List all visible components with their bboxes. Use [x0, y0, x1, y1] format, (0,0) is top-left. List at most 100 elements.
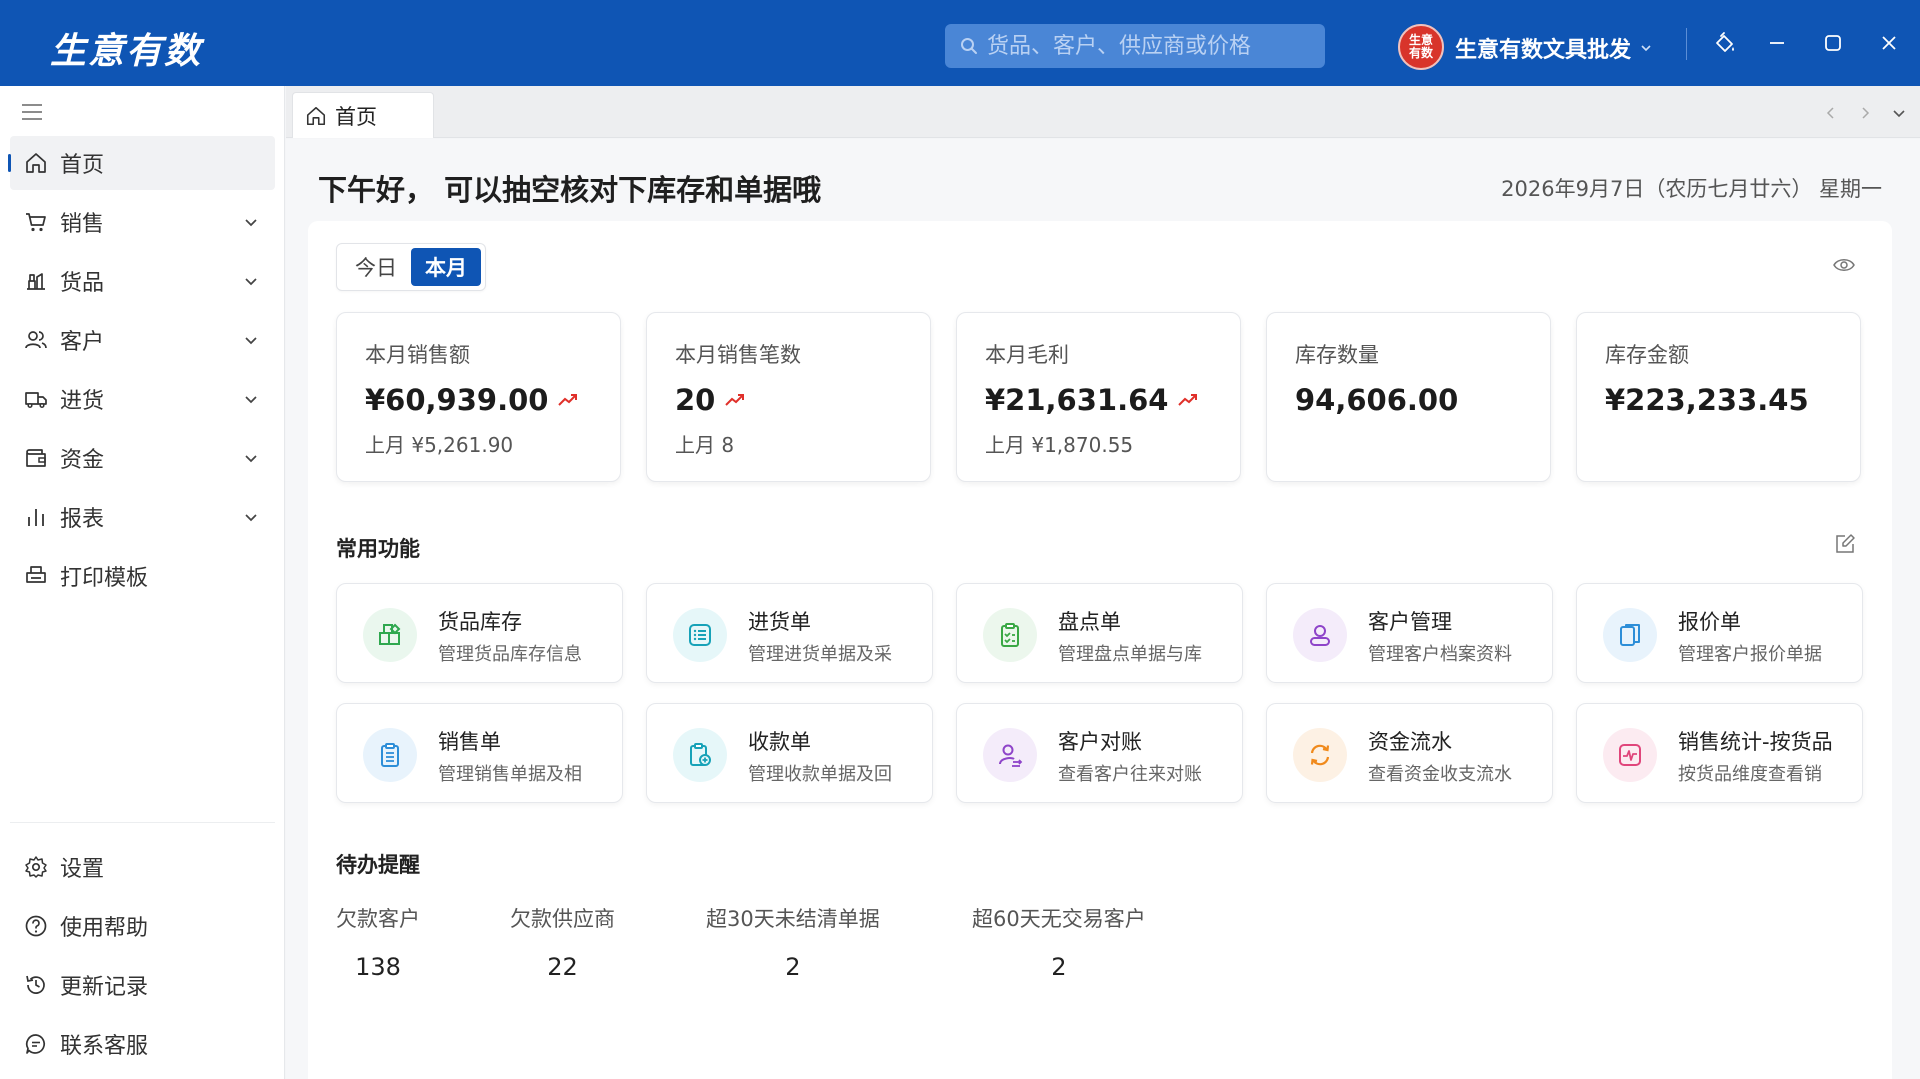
stat-value: ¥223,233.45 [1605, 383, 1809, 417]
trend-up-icon [725, 394, 745, 406]
cart-icon [22, 208, 50, 236]
gear-icon [22, 853, 50, 881]
maximize-icon [1825, 35, 1841, 51]
stat-value: 20 [675, 383, 716, 417]
chevron-left-icon[interactable] [1820, 102, 1842, 124]
main-content: 下午好， 可以抽空核对下库存和单据哦 2026年9月7日（农历七月廿六） 星期一… [286, 139, 1920, 1079]
cashflow-icon [1293, 728, 1347, 782]
stat-label: 本月毛利 [985, 343, 1069, 367]
chevron-down-icon [245, 396, 257, 404]
function-name: 销售统计-按货品 [1678, 730, 1833, 754]
function-name: 销售单 [438, 730, 501, 754]
home-icon [22, 149, 50, 177]
truck-icon [22, 385, 50, 413]
period-month-button[interactable]: 本月 [411, 248, 481, 286]
function-inventory[interactable]: 货品库存 管理货品库存信息 [336, 583, 623, 683]
minimize-button[interactable] [1762, 28, 1792, 58]
function-receipt[interactable]: 收款单 管理收款单据及回 [646, 703, 933, 803]
theme-button[interactable] [1710, 28, 1740, 58]
current-date: 2026年9月7日（农历七月廿六） 星期一 [1501, 177, 1882, 201]
stat-card-monthly-sales[interactable]: 本月销售额 ¥60,939.00 上月 ¥5,261.90 [336, 312, 621, 482]
todo-label: 超60天无交易客户 [972, 907, 1146, 931]
sidebar-item-purchase[interactable]: 进货 [10, 372, 275, 426]
function-quotation[interactable]: 报价单 管理客户报价单据 [1576, 583, 1863, 683]
sidebar-item-label: 首页 [60, 153, 105, 178]
history-icon [22, 971, 50, 999]
todo-item-debtor-customers[interactable]: 欠款客户 138 [336, 903, 420, 981]
sidebar-item-reports[interactable]: 报表 [10, 490, 275, 544]
function-sales-order[interactable]: 销售单 管理销售单据及相 [336, 703, 623, 803]
function-stocktake[interactable]: 盘点单 管理盘点单据与库 [956, 583, 1243, 683]
stat-value: 94,606.00 [1295, 383, 1459, 417]
chevron-down-icon [1641, 45, 1651, 52]
chevron-down-icon[interactable] [1888, 102, 1910, 124]
todo-item-debtor-suppliers[interactable]: 欠款供应商 22 [510, 903, 615, 981]
sidebar-item-label: 使用帮助 [60, 916, 149, 941]
customers-icon [22, 326, 50, 354]
function-customer-management[interactable]: 客户管理 管理客户档案资料 [1266, 583, 1553, 683]
tab-home[interactable]: 首页 [292, 92, 434, 138]
purchase-list-icon [673, 608, 727, 662]
todo-value: 22 [547, 953, 578, 981]
global-search[interactable] [945, 24, 1325, 68]
function-cashflow[interactable]: 资金流水 查看资金收支流水 [1266, 703, 1553, 803]
todo-item-unsettled-30-days[interactable]: 超30天未结清单据 2 [706, 903, 880, 981]
search-icon [961, 38, 977, 54]
bar-chart-icon [22, 503, 50, 531]
stat-card-stock-amount[interactable]: 库存金额 ¥223,233.45 [1576, 312, 1861, 482]
period-switcher: 今日 本月 [336, 243, 486, 291]
close-button[interactable] [1874, 28, 1904, 58]
function-customer-reconciliation[interactable]: 客户对账 查看客户往来对账 [956, 703, 1243, 803]
main-nav: 首页 销售 货品 客户 进货 资金 报表 打印模板 [0, 136, 285, 608]
chevron-down-icon [245, 514, 257, 522]
reconcile-icon [983, 728, 1037, 782]
stat-previous: 上月 ¥1,870.55 [985, 433, 1134, 457]
sidebar-item-help[interactable]: 使用帮助 [10, 899, 275, 953]
eye-icon[interactable] [1832, 255, 1856, 275]
stat-card-stock-quantity[interactable]: 库存数量 94,606.00 [1266, 312, 1551, 482]
function-desc: 按货品维度查看销 [1678, 764, 1822, 785]
store-switcher[interactable]: 生意有数文具批发 [1455, 32, 1653, 64]
sidebar-item-print-templates[interactable]: 打印模板 [10, 549, 275, 603]
stat-card-monthly-orders[interactable]: 本月销售笔数 20 上月 8 [646, 312, 931, 482]
sidebar-item-support[interactable]: 联系客服 [10, 1017, 275, 1071]
sidebar-item-label: 客户 [60, 330, 105, 355]
sidebar-item-sales[interactable]: 销售 [10, 195, 275, 249]
menu-toggle-icon[interactable] [20, 102, 44, 122]
section-title-todo: 待办提醒 [336, 853, 420, 877]
period-today-button[interactable]: 今日 [341, 248, 411, 286]
maximize-button[interactable] [1818, 28, 1848, 58]
sidebar-item-goods[interactable]: 货品 [10, 254, 275, 308]
todo-value: 2 [1051, 953, 1067, 981]
function-desc: 管理客户报价单据 [1678, 644, 1822, 665]
close-icon [1882, 36, 1896, 50]
function-name: 报价单 [1678, 610, 1741, 634]
search-input[interactable] [987, 33, 1307, 59]
todo-item-inactive-60-days[interactable]: 超60天无交易客户 2 [972, 903, 1146, 981]
sidebar-divider [10, 822, 275, 823]
todo-label: 超30天未结清单据 [706, 907, 880, 931]
function-sales-stats-by-goods[interactable]: 销售统计-按货品 按货品维度查看销 [1576, 703, 1863, 803]
stat-card-monthly-profit[interactable]: 本月毛利 ¥21,631.64 上月 ¥1,870.55 [956, 312, 1241, 482]
sidebar: 首页 销售 货品 客户 进货 资金 报表 打印模板 设置 使用帮助 更新记录 联… [0, 86, 285, 1079]
help-icon [22, 912, 50, 940]
edit-icon[interactable] [1834, 533, 1856, 555]
paint-bucket-icon [1716, 32, 1734, 52]
stat-previous: 上月 8 [675, 433, 735, 457]
chevron-right-icon[interactable] [1854, 102, 1876, 124]
sidebar-item-changelog[interactable]: 更新记录 [10, 958, 275, 1012]
stat-label: 本月销售额 [365, 343, 470, 367]
function-name: 进货单 [748, 610, 811, 634]
stat-label: 库存数量 [1295, 343, 1379, 367]
todo-label: 欠款供应商 [510, 907, 615, 931]
sidebar-item-customers[interactable]: 客户 [10, 313, 275, 367]
sidebar-item-settings[interactable]: 设置 [10, 840, 275, 894]
printer-icon [22, 562, 50, 590]
function-purchase-order[interactable]: 进货单 管理进货单据及采 [646, 583, 933, 683]
customer-icon [1293, 608, 1347, 662]
trend-up-icon [558, 394, 578, 406]
store-avatar[interactable]: 生意 有数 [1398, 24, 1444, 70]
sidebar-item-funds[interactable]: 资金 [10, 431, 275, 485]
sidebar-item-home[interactable]: 首页 [8, 136, 275, 190]
function-desc: 管理盘点单据与库 [1058, 644, 1202, 665]
